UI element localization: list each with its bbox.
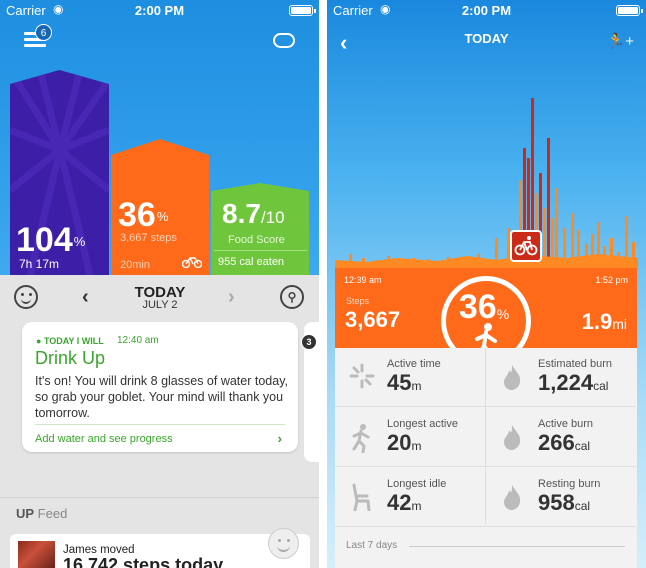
stat-value: 20m bbox=[387, 430, 422, 455]
stat-label: Longest active bbox=[387, 418, 458, 430]
stat-cell: Estimated burn 1,224cal bbox=[486, 348, 636, 407]
sparkle-icon bbox=[349, 363, 375, 394]
chair-icon bbox=[349, 483, 373, 516]
clock: 2:00 PM bbox=[461, 3, 512, 18]
stat-value: 266cal bbox=[538, 430, 591, 455]
steps-label: Steps bbox=[346, 296, 370, 306]
stat-label: Estimated burn bbox=[538, 358, 612, 370]
fork-knife-icon[interactable]: ⚲ bbox=[280, 285, 304, 309]
stat-label: Active burn bbox=[538, 418, 594, 430]
flame-icon bbox=[500, 363, 524, 396]
stat-cell: Longest idle 42m bbox=[335, 468, 485, 527]
stat-cell: Active time 45m bbox=[335, 348, 485, 407]
bike-icon bbox=[514, 236, 538, 256]
activity-graph bbox=[335, 98, 638, 268]
card-title: Drink Up bbox=[35, 348, 106, 368]
last-7-days-label: Last 7 days bbox=[346, 540, 398, 551]
feed-title: UP Feed bbox=[16, 506, 68, 521]
food-score-label: Food Score bbox=[228, 234, 285, 246]
previous-day-button[interactable]: ‹ bbox=[82, 286, 89, 309]
steps-percent: 36% bbox=[118, 196, 169, 234]
stat-label: Resting burn bbox=[538, 478, 601, 490]
smiley-icon[interactable] bbox=[268, 528, 299, 559]
distance-value: 1.9mi bbox=[581, 309, 627, 334]
band-sync-icon[interactable] bbox=[273, 33, 295, 48]
card-tag: ● TODAY I WILL bbox=[36, 336, 104, 346]
card-count-badge: 3 bbox=[301, 334, 317, 350]
start-time: 12:39 am bbox=[344, 275, 382, 285]
steps-count: 3,667 steps bbox=[120, 232, 177, 244]
feed-item-steps: 16,742 steps today bbox=[63, 555, 224, 568]
stat-label: Longest idle bbox=[387, 478, 447, 490]
left-screen: Carrier ◉ 2:00 PM 6 104% 7h 17m 36% 3,66… bbox=[0, 0, 319, 568]
sleep-percent: 104% bbox=[16, 221, 86, 259]
steps-value: 3,667 bbox=[345, 307, 401, 332]
right-screen: Carrier ◉ 2:00 PM ‹ TODAY 🏃+ 12:39 am 1:… bbox=[327, 0, 646, 568]
sleep-duration: 7h 17m bbox=[19, 257, 60, 271]
screen-divider bbox=[319, 0, 327, 568]
battery-icon bbox=[289, 5, 316, 16]
calories-eaten: 955 cal eaten bbox=[218, 256, 285, 268]
flame-icon bbox=[500, 423, 524, 456]
divider bbox=[214, 250, 307, 251]
avatar bbox=[18, 541, 55, 568]
workout-duration: 20min bbox=[120, 259, 150, 271]
next-day-button[interactable]: › bbox=[228, 286, 235, 309]
status-bar: Carrier ◉ 2:00 PM bbox=[0, 0, 319, 20]
stat-cell: Active burn 266cal bbox=[486, 408, 636, 467]
runner-icon bbox=[349, 423, 373, 458]
status-bar: Carrier ◉ 2:00 PM bbox=[327, 0, 646, 20]
divider bbox=[0, 497, 319, 498]
end-time: 1:52 pm bbox=[595, 275, 628, 285]
stat-value: 958cal bbox=[538, 490, 591, 515]
add-activity-icon[interactable]: 🏃+ bbox=[607, 32, 634, 50]
battery-icon bbox=[616, 5, 643, 16]
activity-baseline bbox=[335, 254, 638, 268]
flame-icon bbox=[500, 483, 524, 516]
today-i-will-card[interactable]: ● TODAY I WILL 12:40 am Drink Up It's on… bbox=[22, 322, 298, 452]
stat-label: Active time bbox=[387, 358, 441, 370]
card-time: 12:40 am bbox=[117, 335, 159, 346]
card-body: It's on! You will drink 8 glasses of wat… bbox=[35, 374, 288, 420]
chevron-right-icon[interactable]: › bbox=[278, 431, 282, 446]
stat-value: 42m bbox=[387, 490, 422, 515]
day-date: JULY 2 bbox=[142, 299, 178, 311]
add-water-link[interactable]: Add water and see progress bbox=[35, 433, 173, 445]
divider bbox=[35, 424, 285, 425]
divider bbox=[409, 546, 625, 547]
bike-icon bbox=[182, 257, 202, 268]
stat-cell: Longest active 20m bbox=[335, 408, 485, 467]
activity-spike bbox=[555, 188, 558, 268]
mood-icon[interactable] bbox=[14, 285, 38, 309]
stat-cell: Resting burn 958cal bbox=[486, 468, 636, 527]
stat-value: 1,224cal bbox=[538, 370, 609, 395]
stat-value: 45m bbox=[387, 370, 422, 395]
activity-spike bbox=[547, 138, 550, 268]
page-title: TODAY bbox=[464, 31, 509, 46]
workout-marker[interactable] bbox=[510, 230, 542, 262]
notification-badge: 6 bbox=[35, 24, 52, 41]
clock: 2:00 PM bbox=[134, 3, 185, 18]
food-score: 8.7/10 bbox=[222, 198, 285, 229]
